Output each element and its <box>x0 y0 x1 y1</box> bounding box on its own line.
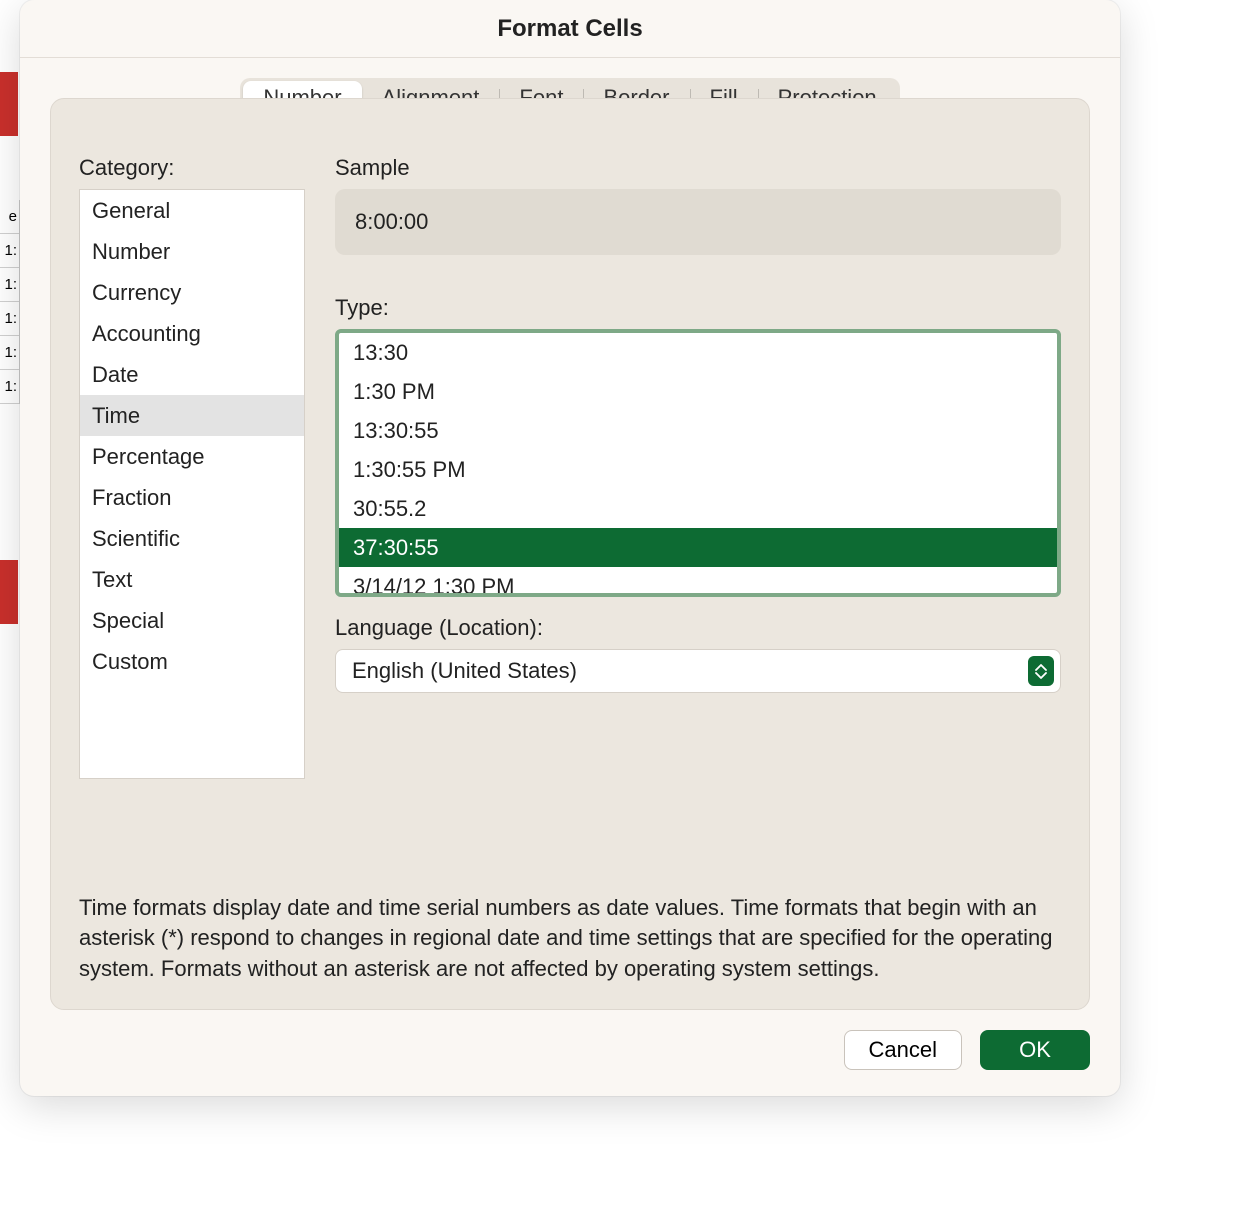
type-item[interactable]: 3/14/12 1:30 PM <box>339 567 1057 597</box>
bg-row-fragment: 1: <box>0 234 20 268</box>
dialog-title: Format Cells <box>497 15 642 43</box>
bg-red-cell <box>0 72 18 136</box>
category-item-general[interactable]: General <box>80 190 304 231</box>
type-item[interactable]: 13:30 <box>339 333 1057 372</box>
category-label: Category: <box>79 155 305 181</box>
ok-button[interactable]: OK <box>980 1030 1090 1070</box>
category-item-date[interactable]: Date <box>80 354 304 395</box>
bg-red-cell <box>0 560 18 624</box>
language-label: Language (Location): <box>335 615 1061 641</box>
select-stepper-icon[interactable] <box>1028 656 1054 686</box>
language-select[interactable]: English (United States) <box>335 649 1061 693</box>
category-item-special[interactable]: Special <box>80 600 304 641</box>
category-item-percentage[interactable]: Percentage <box>80 436 304 477</box>
bg-row-fragment: 1: <box>0 268 20 302</box>
type-item[interactable]: 30:55.2 <box>339 489 1057 528</box>
type-item[interactable]: 1:30:55 PM <box>339 450 1057 489</box>
type-item[interactable]: 13:30:55 <box>339 411 1057 450</box>
category-list[interactable]: General Number Currency Accounting Date … <box>79 189 305 779</box>
dialog-buttons: Cancel OK <box>20 1030 1120 1096</box>
category-item-text[interactable]: Text <box>80 559 304 600</box>
sample-box: 8:00:00 <box>335 189 1061 255</box>
number-panel: Category: General Number Currency Accoun… <box>50 98 1090 1010</box>
bg-row-fragment: e <box>0 200 20 234</box>
bg-row-fragment: 1: <box>0 336 20 370</box>
bg-row-fragment: 1: <box>0 302 20 336</box>
sample-label: Sample <box>335 155 1061 181</box>
category-item-scientific[interactable]: Scientific <box>80 518 304 559</box>
type-label: Type: <box>335 295 1061 321</box>
type-item[interactable]: 37:30:55 <box>339 528 1057 567</box>
category-item-currency[interactable]: Currency <box>80 272 304 313</box>
bg-row-fragment: 1: <box>0 370 20 404</box>
category-item-accounting[interactable]: Accounting <box>80 313 304 354</box>
category-item-number[interactable]: Number <box>80 231 304 272</box>
language-value: English (United States) <box>352 658 577 684</box>
type-item[interactable]: 1:30 PM <box>339 372 1057 411</box>
category-item-time[interactable]: Time <box>80 395 304 436</box>
category-item-fraction[interactable]: Fraction <box>80 477 304 518</box>
dialog-titlebar: Format Cells <box>20 0 1120 58</box>
format-cells-dialog: Format Cells Number Alignment Font Borde… <box>20 0 1120 1096</box>
category-item-custom[interactable]: Custom <box>80 641 304 682</box>
sample-value: 8:00:00 <box>355 209 428 235</box>
type-list[interactable]: 13:30 1:30 PM 13:30:55 1:30:55 PM 30:55.… <box>335 329 1061 597</box>
cancel-button[interactable]: Cancel <box>844 1030 962 1070</box>
format-description: Time formats display date and time seria… <box>79 873 1061 985</box>
